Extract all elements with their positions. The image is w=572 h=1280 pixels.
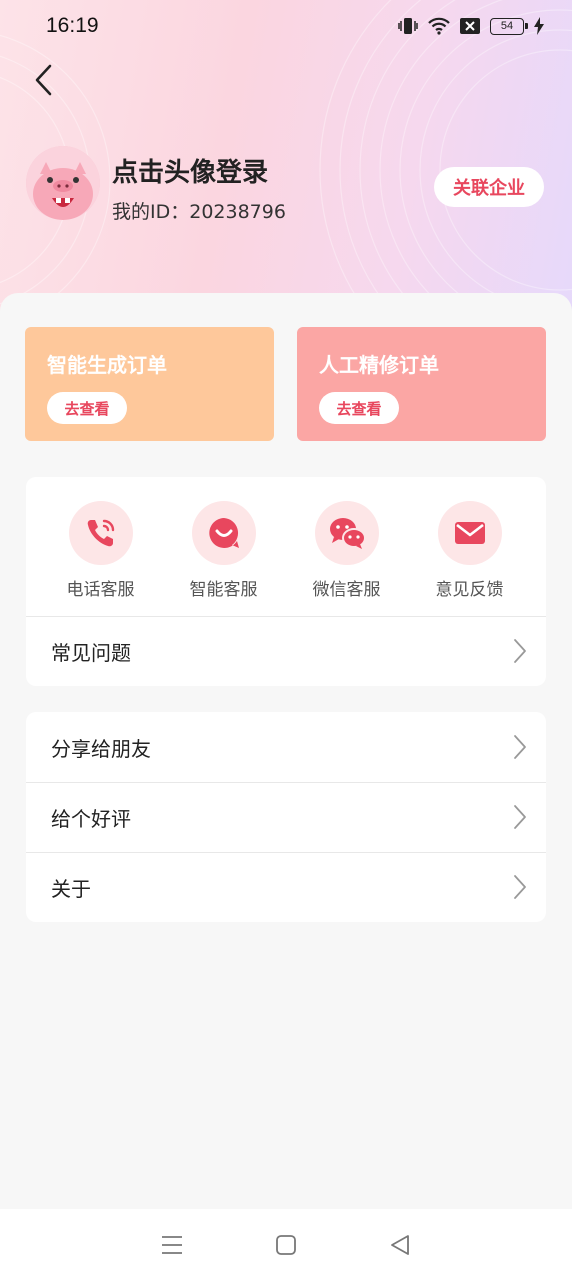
status-bar: 16:19 54 [0,0,572,52]
avatar[interactable] [26,146,100,220]
smart-service-label: 智能客服 [189,580,258,600]
manual-order-title: 人工精修订单 [319,353,439,377]
mail-icon [454,522,485,544]
back-triangle-icon[interactable] [388,1233,412,1257]
feedback-button[interactable]: 意见反馈 [408,501,531,600]
feedback-label: 意见反馈 [435,580,504,600]
about-row[interactable]: 关于 [26,852,546,922]
faq-label: 常见问题 [51,640,131,665]
chevron-right-icon [514,875,526,899]
phone-service-label: 电话客服 [66,580,135,600]
smile-chat-icon-wrap [191,501,256,565]
status-time: 16:19 [46,14,99,37]
share-row[interactable]: 分享给朋友 [26,712,546,782]
back-button[interactable] [28,60,60,100]
manual-order-view-button[interactable]: 去查看 [319,392,399,424]
service-card: 电话客服 智能客服 微信客服 意见反馈 常见问题 [26,477,546,686]
link-company-button[interactable]: 关联企业 [434,167,544,207]
system-nav-bar [0,1209,572,1280]
chevron-right-icon [514,805,526,829]
user-id: 我的ID：20238796 [112,201,286,223]
phone-icon-wrap [68,501,133,565]
menu-icon[interactable] [160,1233,184,1257]
mail-icon-wrap [437,501,502,565]
charging-icon [534,17,544,35]
faq-row[interactable]: 常见问题 [26,616,546,686]
chevron-right-icon [514,639,526,663]
pig-avatar-icon [26,146,100,220]
menu-card: 分享给朋友 给个好评 关于 [26,712,546,922]
home-icon[interactable] [274,1233,298,1257]
smart-order-title: 智能生成订单 [47,353,167,377]
battery-indicator: 54 [490,17,528,35]
manual-order-card[interactable]: 人工精修订单 去查看 [297,327,546,441]
chevron-left-icon [35,64,52,96]
login-prompt[interactable]: 点击头像登录 [112,152,268,189]
sim-blocked-icon [460,18,480,34]
smart-service-button[interactable]: 智能客服 [162,501,285,600]
status-icons: 54 [398,17,544,35]
about-label: 关于 [51,876,91,901]
wechat-icon-wrap [314,501,379,565]
phone-icon [87,519,114,547]
smart-order-view-button[interactable]: 去查看 [47,392,127,424]
wechat-service-label: 微信客服 [312,580,381,600]
battery-level: 54 [500,20,514,32]
share-label: 分享给朋友 [51,736,151,761]
wechat-icon [329,518,366,549]
phone-service-button[interactable]: 电话客服 [39,501,162,600]
wechat-service-button[interactable]: 微信客服 [285,501,408,600]
service-row: 电话客服 智能客服 微信客服 意见反馈 [26,501,546,600]
chevron-right-icon [514,735,526,759]
smart-order-card[interactable]: 智能生成订单 去查看 [25,327,274,441]
rate-row[interactable]: 给个好评 [26,782,546,852]
smile-chat-icon [208,518,239,548]
wifi-icon [428,17,450,35]
vibrate-icon [398,18,418,34]
rate-label: 给个好评 [51,806,131,831]
